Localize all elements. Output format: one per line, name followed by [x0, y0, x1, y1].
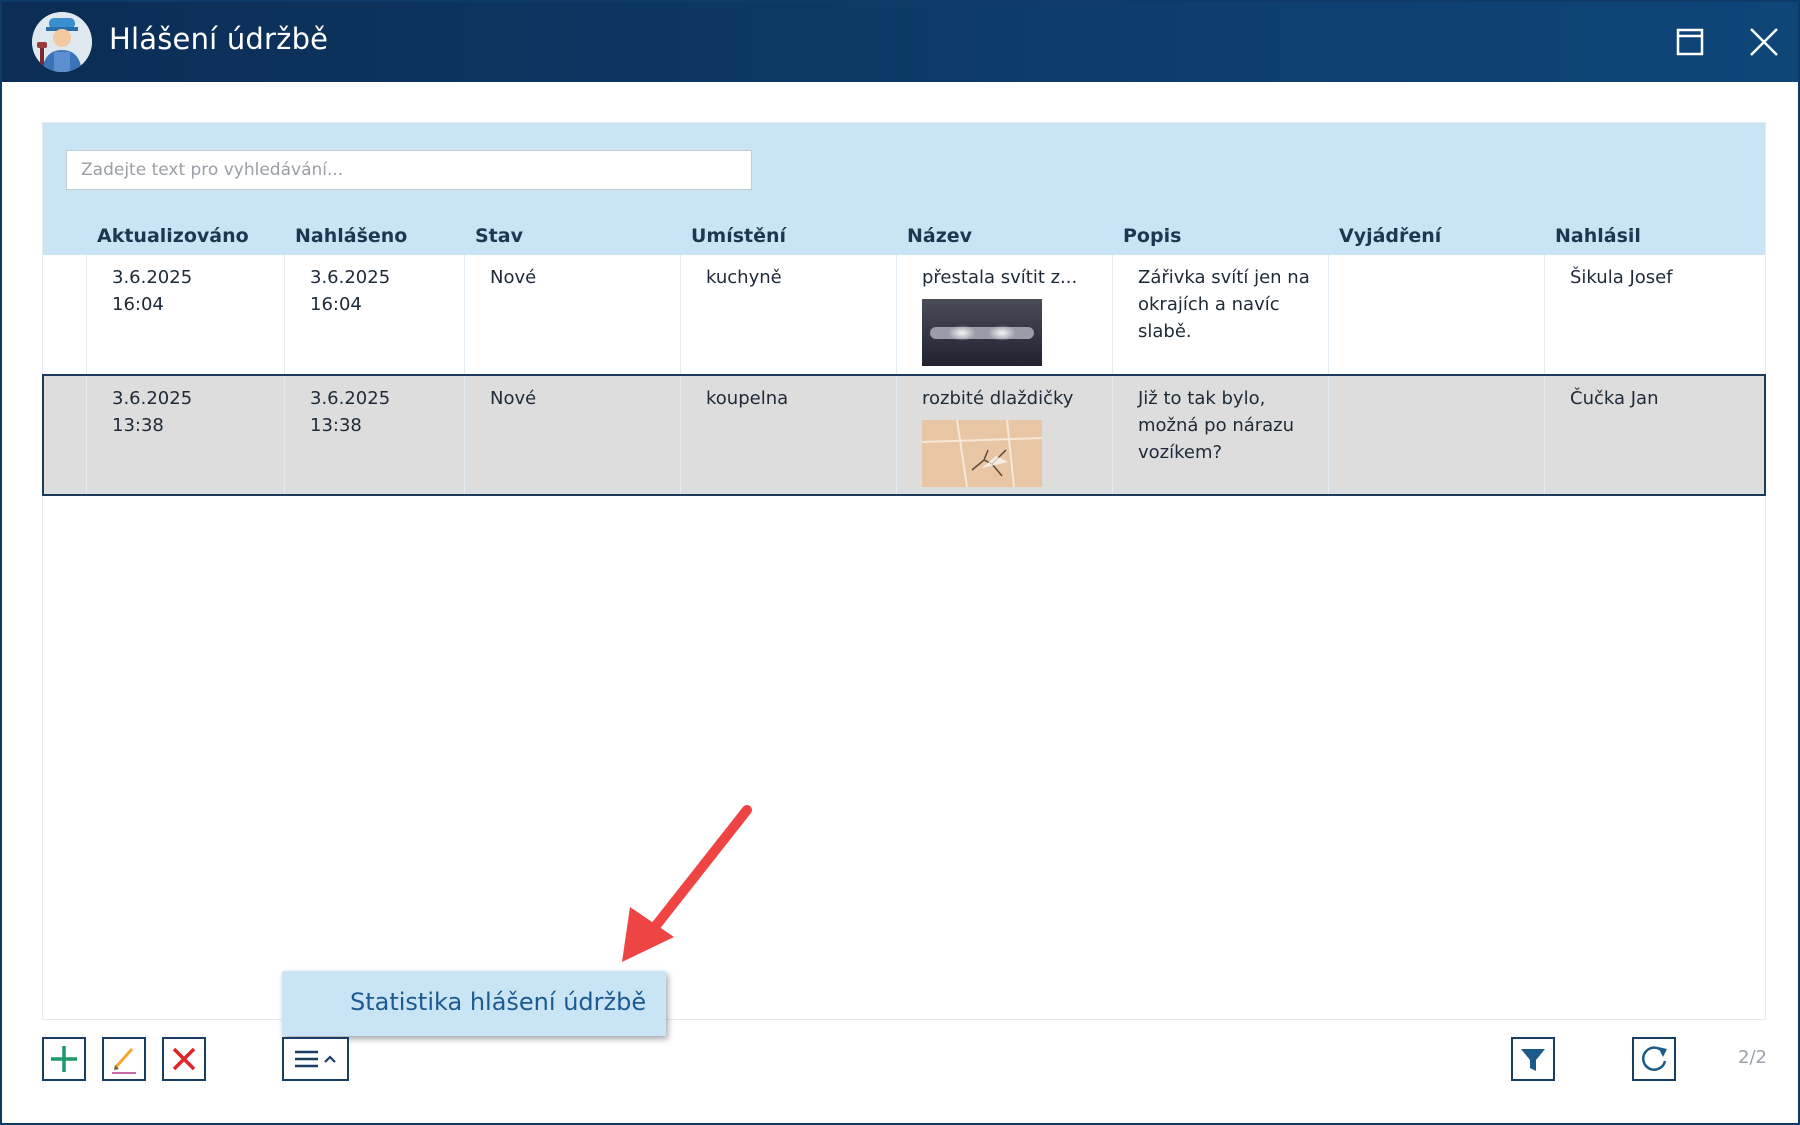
- close-button[interactable]: [1742, 20, 1786, 64]
- row-indicator: [43, 255, 87, 374]
- row-indicator: [44, 376, 87, 494]
- cell-updated: 3.6.2025 16:04: [87, 255, 285, 374]
- issue-name: rozbité dlaždičky: [922, 388, 1074, 409]
- cell-name: přestala svítit z...: [897, 255, 1113, 374]
- more-actions-button[interactable]: [282, 1037, 349, 1081]
- filter-button[interactable]: [1511, 1037, 1555, 1081]
- broken-tiles-photo[interactable]: [922, 420, 1042, 487]
- fluorescent-lamp-photo[interactable]: [922, 299, 1042, 366]
- close-icon: [1750, 28, 1778, 56]
- reported-date: 3.6.2025: [310, 267, 391, 288]
- column-header-status[interactable]: Stav: [464, 218, 680, 255]
- edit-button[interactable]: [102, 1037, 146, 1081]
- reported-time: 13:38: [310, 415, 362, 436]
- cell-description: Již to tak bylo, možná po nárazu vozíkem…: [1113, 376, 1329, 494]
- menu-item-maintenance-statistics[interactable]: Statistika hlášení údržbě: [350, 988, 646, 1016]
- column-header-reporter[interactable]: Nahlásil: [1544, 218, 1764, 255]
- refresh-button[interactable]: [1632, 1037, 1676, 1081]
- reported-time: 16:04: [310, 294, 362, 315]
- updated-time: 16:04: [112, 294, 164, 315]
- column-header-description[interactable]: Popis: [1112, 218, 1328, 255]
- cell-location: koupelna: [681, 376, 897, 494]
- popup-menu: Statistika hlášení údržbě: [282, 971, 666, 1036]
- table-row-selected[interactable]: 3.6.2025 13:38 3.6.2025 13:38 Nové koupe…: [42, 374, 1766, 496]
- cell-status: Nové: [465, 376, 681, 494]
- maximize-icon: [1676, 28, 1704, 56]
- cell-response: [1329, 255, 1545, 374]
- updated-time: 13:38: [112, 415, 164, 436]
- cell-reporter: Čučka Jan: [1570, 388, 1659, 409]
- cell-description: Zářivka svítí jen na okrajích a navíc sl…: [1113, 255, 1329, 374]
- window: Hlášení údržbě Aktualizováno Nahlášeno S…: [0, 0, 1800, 1125]
- search-input[interactable]: [66, 150, 752, 190]
- plus-icon: [51, 1046, 77, 1072]
- record-counter: 2/2: [1738, 1047, 1767, 1068]
- column-header-response[interactable]: Vyjádření: [1328, 218, 1544, 255]
- add-button[interactable]: [42, 1037, 86, 1081]
- cell-reporter: Šikula Josef: [1570, 267, 1673, 288]
- menu-icon: [295, 1050, 336, 1068]
- reported-date: 3.6.2025: [310, 388, 391, 409]
- delete-button[interactable]: [162, 1037, 206, 1081]
- column-header-name[interactable]: Název: [896, 218, 1112, 255]
- maintenance-worker-icon: [32, 12, 92, 72]
- maximize-button[interactable]: [1668, 20, 1712, 64]
- table-header: Aktualizováno Nahlášeno Stav Umístění Ná…: [43, 218, 1765, 255]
- refresh-icon: [1642, 1046, 1667, 1071]
- cell-reported: 3.6.2025 13:38: [285, 376, 465, 494]
- window-title: Hlášení údržbě: [109, 22, 329, 56]
- filter-icon: [1521, 1049, 1545, 1071]
- cell-response: [1329, 376, 1545, 494]
- pencil-icon: [112, 1048, 136, 1074]
- cell-name: rozbité dlaždičky: [897, 376, 1113, 494]
- maintenance-grid: Aktualizováno Nahlášeno Stav Umístění Ná…: [42, 122, 1766, 1020]
- cell-status: Nové: [465, 255, 681, 374]
- table-row[interactable]: 3.6.2025 16:04 3.6.2025 16:04 Nové kuchy…: [43, 255, 1765, 375]
- cell-reported: 3.6.2025 16:04: [285, 255, 465, 374]
- updated-date: 3.6.2025: [112, 267, 193, 288]
- column-header-reported[interactable]: Nahlášeno: [284, 218, 464, 255]
- search-bar: [43, 123, 1765, 218]
- cell-updated: 3.6.2025 13:38: [87, 376, 285, 494]
- column-header-location[interactable]: Umístění: [680, 218, 896, 255]
- updated-date: 3.6.2025: [112, 388, 193, 409]
- column-header-updated[interactable]: Aktualizováno: [86, 218, 284, 255]
- x-icon: [172, 1047, 196, 1071]
- title-bar: Hlášení údržbě: [2, 2, 1798, 82]
- issue-name: přestala svítit z...: [922, 267, 1078, 288]
- cell-location: kuchyně: [681, 255, 897, 374]
